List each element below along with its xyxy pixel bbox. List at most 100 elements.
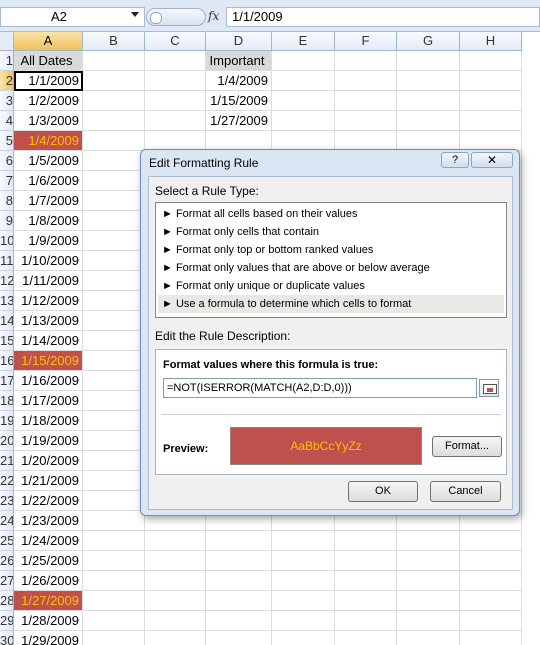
cell[interactable]: [272, 611, 335, 631]
cell[interactable]: [83, 351, 145, 371]
cell[interactable]: [206, 591, 272, 611]
cell[interactable]: [397, 131, 460, 151]
row-header[interactable]: 17: [0, 371, 14, 391]
name-box[interactable]: A2: [0, 7, 145, 27]
cell[interactable]: [397, 531, 460, 551]
help-button[interactable]: ?: [441, 152, 469, 168]
cell[interactable]: 1/15/2009: [206, 91, 272, 111]
row-header[interactable]: 15: [0, 331, 14, 351]
cell[interactable]: [83, 311, 145, 331]
rule-type-item-selected[interactable]: ► Use a formula to determine which cells…: [158, 295, 504, 313]
cell[interactable]: [272, 571, 335, 591]
cell[interactable]: [335, 131, 397, 151]
cell[interactable]: [83, 131, 145, 151]
cell[interactable]: [397, 51, 460, 71]
active-cell[interactable]: 1/1/2009: [14, 71, 83, 91]
row-header[interactable]: 26: [0, 551, 14, 571]
cell[interactable]: [83, 371, 145, 391]
cell[interactable]: [83, 451, 145, 471]
cell[interactable]: [83, 551, 145, 571]
cell[interactable]: [272, 51, 335, 71]
cell[interactable]: 1/10/2009: [14, 251, 83, 271]
highlighted-cell[interactable]: 1/4/2009: [14, 131, 83, 151]
cell[interactable]: [83, 111, 145, 131]
row-header[interactable]: 22: [0, 471, 14, 491]
cell[interactable]: 1/4/2009: [206, 71, 272, 91]
cell[interactable]: [83, 91, 145, 111]
cell[interactable]: 1/9/2009: [14, 231, 83, 251]
cell[interactable]: [335, 51, 397, 71]
cell[interactable]: [145, 611, 206, 631]
cell[interactable]: [460, 591, 522, 611]
cell[interactable]: [206, 531, 272, 551]
cell[interactable]: 1/19/2009: [14, 431, 83, 451]
column-header[interactable]: G: [397, 32, 460, 51]
column-header[interactable]: A: [14, 32, 83, 51]
row-header[interactable]: 27: [0, 571, 14, 591]
cancel-button[interactable]: Cancel: [430, 481, 501, 502]
cell[interactable]: 1/13/2009: [14, 311, 83, 331]
cell[interactable]: [335, 531, 397, 551]
cell[interactable]: 1/12/2009: [14, 291, 83, 311]
cell[interactable]: [83, 151, 145, 171]
cell[interactable]: [460, 571, 522, 591]
cell[interactable]: [83, 631, 145, 645]
select-all-corner[interactable]: [0, 32, 14, 51]
row-header[interactable]: 21: [0, 451, 14, 471]
cell[interactable]: 1/27/2009: [206, 111, 272, 131]
header-cell[interactable]: All Dates: [14, 51, 83, 71]
cell[interactable]: [335, 631, 397, 645]
cell[interactable]: [335, 91, 397, 111]
row-header[interactable]: 10: [0, 231, 14, 251]
row-header[interactable]: 6: [0, 151, 14, 171]
cell[interactable]: [460, 71, 522, 91]
collapse-dialog-icon[interactable]: [479, 379, 499, 397]
rule-type-item[interactable]: ► Format only unique or duplicate values: [158, 277, 504, 295]
cell[interactable]: [335, 571, 397, 591]
highlighted-cell[interactable]: 1/27/2009: [14, 591, 83, 611]
cell[interactable]: 1/3/2009: [14, 111, 83, 131]
row-header[interactable]: 8: [0, 191, 14, 211]
cell[interactable]: 1/5/2009: [14, 151, 83, 171]
cell[interactable]: [83, 211, 145, 231]
cell[interactable]: [397, 571, 460, 591]
cell[interactable]: [460, 531, 522, 551]
cell[interactable]: 1/18/2009: [14, 411, 83, 431]
cell[interactable]: [83, 251, 145, 271]
column-header[interactable]: C: [145, 32, 206, 51]
cell[interactable]: [272, 591, 335, 611]
cell[interactable]: [83, 411, 145, 431]
rule-type-item[interactable]: ► Format all cells based on their values: [158, 205, 504, 223]
ok-button[interactable]: OK: [348, 481, 418, 502]
cell[interactable]: 1/21/2009: [14, 471, 83, 491]
row-header[interactable]: 4: [0, 111, 14, 131]
cell[interactable]: [206, 611, 272, 631]
cell[interactable]: [83, 391, 145, 411]
cell[interactable]: [83, 231, 145, 251]
cell[interactable]: 1/17/2009: [14, 391, 83, 411]
cell[interactable]: [145, 91, 206, 111]
cell[interactable]: [206, 571, 272, 591]
cell[interactable]: [206, 131, 272, 151]
cell[interactable]: [460, 131, 522, 151]
cell[interactable]: [272, 111, 335, 131]
cell[interactable]: [397, 551, 460, 571]
close-button[interactable]: ✕: [471, 152, 513, 168]
cell[interactable]: [272, 551, 335, 571]
cell[interactable]: [83, 291, 145, 311]
cell[interactable]: 1/14/2009: [14, 331, 83, 351]
cell[interactable]: 1/11/2009: [14, 271, 83, 291]
row-header[interactable]: 3: [0, 91, 14, 111]
rule-type-item[interactable]: ► Format only cells that contain: [158, 223, 504, 241]
rule-type-item[interactable]: ► Format only values that are above or b…: [158, 259, 504, 277]
row-header[interactable]: 14: [0, 311, 14, 331]
cell[interactable]: [145, 551, 206, 571]
cell[interactable]: 1/29/2009: [14, 631, 83, 645]
cell[interactable]: [83, 431, 145, 451]
cell[interactable]: [335, 591, 397, 611]
cell[interactable]: 1/2/2009: [14, 91, 83, 111]
cell[interactable]: [83, 491, 145, 511]
cell[interactable]: [145, 111, 206, 131]
cell[interactable]: [460, 611, 522, 631]
cell[interactable]: [83, 191, 145, 211]
